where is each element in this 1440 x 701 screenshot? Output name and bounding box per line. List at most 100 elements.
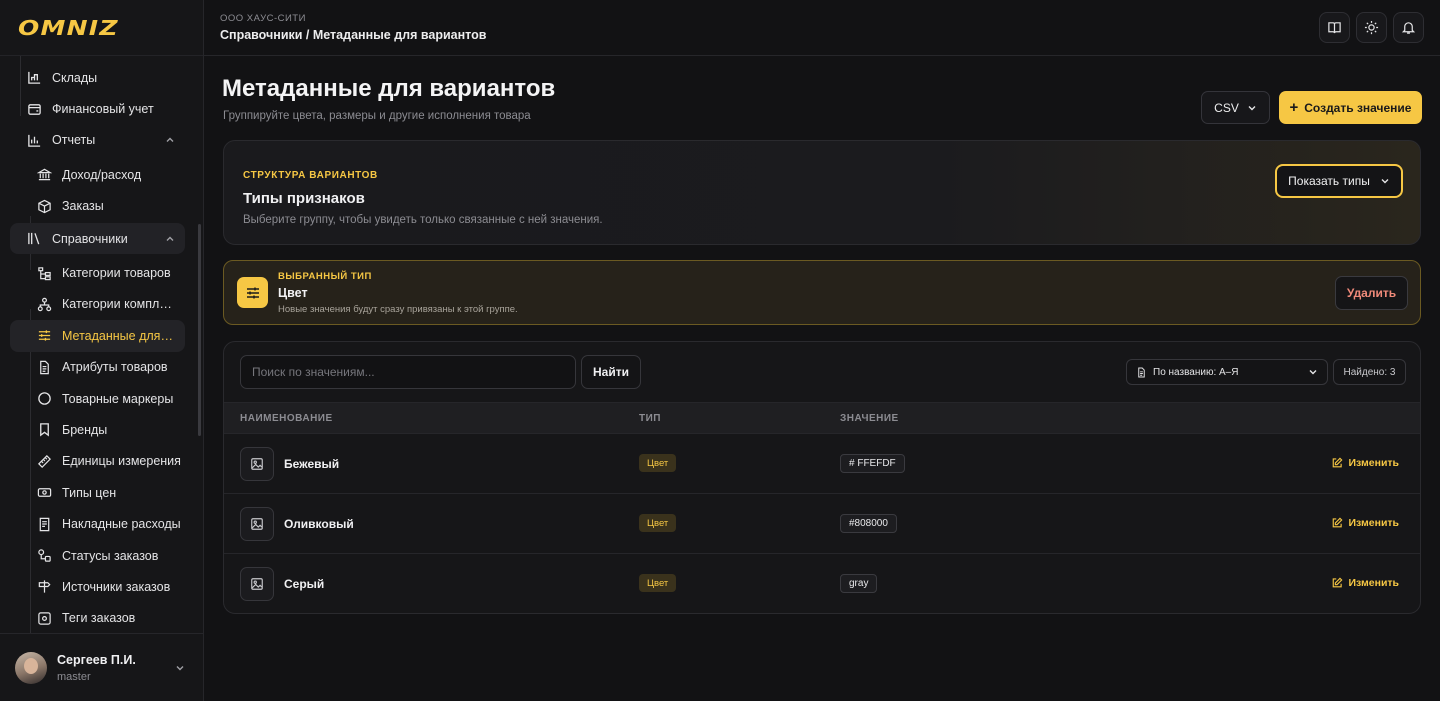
value-chip: #808000 bbox=[840, 514, 897, 533]
breadcrumb[interactable]: Справочники / Метаданные для вариантов bbox=[220, 28, 486, 42]
sidebar-item-order-statuses[interactable]: Статусы заказов bbox=[10, 540, 185, 571]
selected-type-card: ВЫБРАННЫЙ ТИП Цвет Новые значения будут … bbox=[223, 260, 1421, 325]
structure-description: Выберите группу, чтобы увидеть только св… bbox=[243, 214, 603, 226]
found-count: Найдено: 3 bbox=[1333, 359, 1406, 385]
value-chip: gray bbox=[840, 574, 878, 593]
value-chip: # FFEFDF bbox=[840, 454, 905, 473]
search-input[interactable] bbox=[240, 355, 576, 389]
edit-button[interactable]: Изменить bbox=[1331, 577, 1399, 589]
user-profile[interactable]: Сергеев П.И. master bbox=[0, 633, 203, 701]
sidebar-item-income-expense[interactable]: Доход/расход bbox=[10, 159, 185, 190]
chevron-down-icon bbox=[1309, 370, 1317, 375]
selected-title: Цвет bbox=[278, 286, 308, 300]
sidebar-item-label: Накладные расходы bbox=[62, 517, 181, 532]
csv-button[interactable]: CSV bbox=[1201, 91, 1270, 124]
row-name: Бежевый bbox=[284, 457, 340, 471]
image-placeholder-icon[interactable] bbox=[240, 447, 274, 481]
image-placeholder-icon[interactable] bbox=[240, 507, 274, 541]
sidebar-item-label: Заказы bbox=[62, 199, 104, 214]
column-header-type[interactable]: ТИП bbox=[639, 413, 661, 424]
user-role: master bbox=[57, 670, 91, 683]
image-placeholder-icon[interactable] bbox=[240, 567, 274, 601]
show-types-label: Показать типы bbox=[1288, 174, 1370, 188]
sidebar-item-label: Категории товаров bbox=[62, 266, 171, 281]
sidebar-item-directories[interactable]: Справочники bbox=[10, 222, 185, 255]
sidebar-item-product-categories[interactable]: Категории товаров bbox=[10, 257, 185, 288]
warehouse-icon bbox=[26, 70, 42, 86]
price-icon bbox=[36, 485, 52, 501]
chevron-up-icon[interactable] bbox=[165, 234, 175, 244]
document-icon bbox=[1138, 367, 1145, 377]
main-area: ООО ХАУС-СИТИ Справочники / Метаданные д… bbox=[204, 0, 1440, 701]
edit-button[interactable]: Изменить bbox=[1331, 457, 1399, 469]
table-row[interactable]: Бежевый Цвет # FFEFDF Изменить bbox=[224, 434, 1420, 494]
edit-button[interactable]: Изменить bbox=[1331, 517, 1399, 529]
column-header-value[interactable]: ЗНАЧЕНИЕ bbox=[840, 413, 899, 424]
type-badge: Цвет bbox=[639, 574, 677, 592]
sun-icon bbox=[1364, 20, 1379, 35]
tag-icon bbox=[36, 610, 52, 626]
theme-toggle-button[interactable] bbox=[1356, 12, 1387, 43]
page-title: Метаданные для вариантов bbox=[222, 75, 556, 102]
table-row[interactable]: Оливковый Цвет #808000 Изменить bbox=[224, 494, 1420, 554]
sidebar-item-label: Метаданные для вариантов bbox=[62, 328, 176, 343]
sidebar-item-brands[interactable]: Бренды bbox=[10, 414, 185, 445]
sidebar-item-product-markers[interactable]: Товарные маркеры bbox=[10, 383, 185, 414]
structure-title: Типы признаков bbox=[243, 190, 365, 207]
sidebar-item-order-tags[interactable]: Теги заказов bbox=[10, 603, 185, 633]
type-badge: Цвет bbox=[639, 514, 677, 532]
omniz-logo[interactable]: OMNIZ bbox=[18, 16, 119, 40]
chart-icon bbox=[26, 132, 42, 148]
chevron-up-icon[interactable] bbox=[165, 135, 175, 145]
delete-button[interactable]: Удалить bbox=[1335, 276, 1408, 310]
sidebar-item-variant-metadata[interactable]: Метаданные для вариантов bbox=[10, 320, 185, 352]
topbar: ООО ХАУС-СИТИ Справочники / Метаданные д… bbox=[204, 0, 1440, 56]
selected-description: Новые значения будут сразу привязаны к э… bbox=[278, 304, 518, 315]
row-name: Оливковый bbox=[284, 517, 354, 531]
sidebar-item-label: Атрибуты товаров bbox=[62, 360, 168, 375]
show-types-button[interactable]: Показать типы bbox=[1275, 164, 1403, 198]
sliders-icon bbox=[237, 277, 268, 308]
book-icon bbox=[1328, 22, 1341, 34]
sidebar-item-price-types[interactable]: Типы цен bbox=[10, 477, 185, 508]
csv-label: CSV bbox=[1214, 100, 1239, 115]
values-table-card: Найти По названию: А–Я Найдено: 3 НАИМЕН… bbox=[223, 341, 1421, 614]
edit-label: Изменить bbox=[1348, 517, 1399, 529]
sidebar-item-finance[interactable]: Финансовый учет bbox=[10, 93, 185, 124]
hierarchy-icon bbox=[36, 296, 52, 312]
selected-eyebrow: ВЫБРАННЫЙ ТИП bbox=[278, 271, 372, 282]
plus-icon: + bbox=[1289, 99, 1299, 116]
sort-label: По названию: А–Я bbox=[1153, 366, 1239, 378]
sidebar-item-reports[interactable]: Отчеты bbox=[10, 125, 185, 156]
find-button[interactable]: Найти bbox=[581, 355, 641, 389]
docs-button[interactable] bbox=[1319, 12, 1350, 43]
sidebar-item-label: Бренды bbox=[62, 422, 108, 437]
chevron-down-icon bbox=[1248, 105, 1256, 110]
sidebar-item-label: Источники заказов bbox=[62, 579, 171, 594]
sidebar-item-kit-categories[interactable]: Категории комплектов bbox=[10, 289, 185, 320]
sidebar-item-product-attributes[interactable]: Атрибуты товаров bbox=[10, 352, 185, 383]
bookmark-icon bbox=[36, 422, 52, 438]
logo-bar: OMNIZ bbox=[0, 0, 203, 56]
sidebar-item-warehouses[interactable]: Склады bbox=[10, 62, 185, 93]
sort-select[interactable]: По названию: А–Я bbox=[1126, 359, 1328, 385]
sidebar-item-label: Единицы измерения bbox=[62, 454, 181, 469]
sidebar-item-units[interactable]: Единицы измерения bbox=[10, 446, 185, 477]
sidebar-scrollbar[interactable] bbox=[198, 224, 201, 436]
column-header-name[interactable]: НАИМЕНОВАНИЕ bbox=[240, 413, 333, 424]
table-row[interactable]: Серый Цвет gray Изменить bbox=[224, 554, 1420, 613]
bell-icon bbox=[1401, 22, 1416, 34]
sidebar-item-orders[interactable]: Заказы bbox=[10, 191, 185, 222]
chevron-down-icon bbox=[1381, 179, 1389, 184]
box-icon bbox=[36, 198, 52, 214]
notifications-button[interactable] bbox=[1393, 12, 1424, 43]
create-value-button[interactable]: + Создать значение bbox=[1279, 91, 1422, 124]
sidebar-item-label: Категории комплектов bbox=[62, 297, 176, 312]
top-actions bbox=[1319, 12, 1424, 43]
chevron-down-icon[interactable] bbox=[175, 663, 185, 673]
bank-icon bbox=[36, 167, 52, 183]
sidebar-item-overhead-costs[interactable]: Накладные расходы bbox=[10, 508, 185, 539]
tree-icon bbox=[36, 265, 52, 281]
row-name: Серый bbox=[284, 577, 325, 591]
sidebar-item-order-sources[interactable]: Источники заказов bbox=[10, 571, 185, 602]
